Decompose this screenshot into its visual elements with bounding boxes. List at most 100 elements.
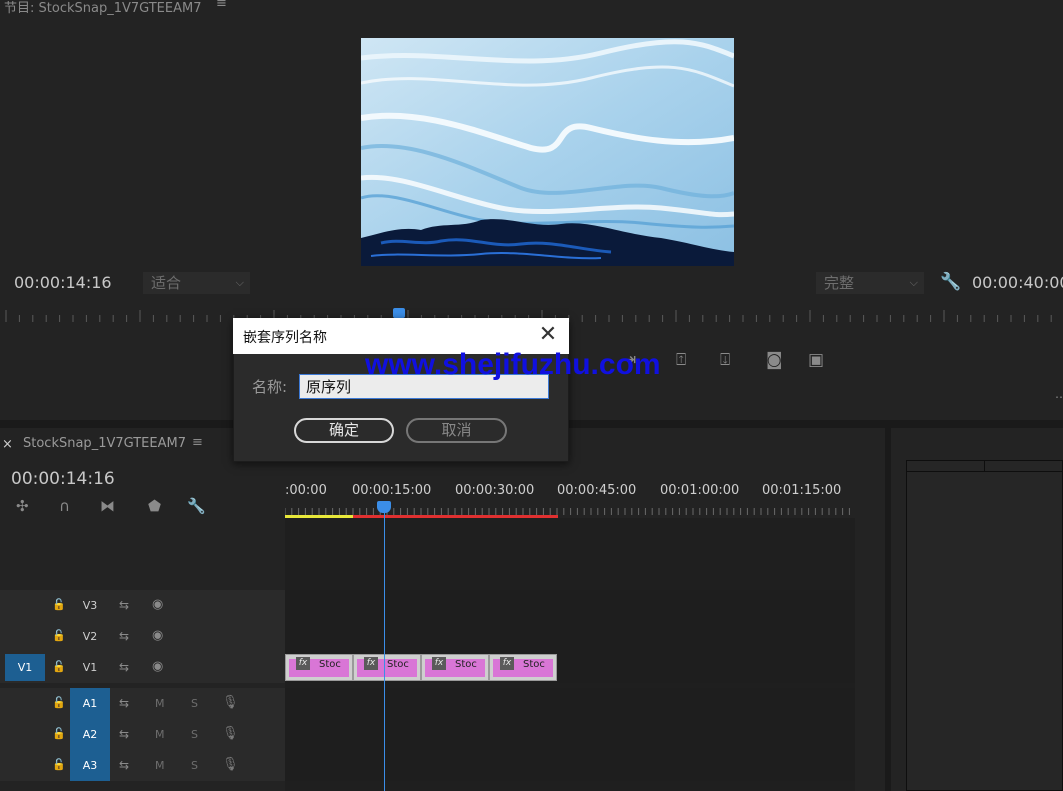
track-target[interactable]: A2 xyxy=(70,719,110,750)
linked-selection-icon[interactable]: ⧓ xyxy=(100,497,115,515)
lock-icon[interactable]: 🔓 xyxy=(52,629,66,642)
sync-lock-icon[interactable]: ⇆ xyxy=(119,660,129,674)
compare-icon[interactable]: ▣ xyxy=(808,350,832,374)
clip[interactable]: fx Stoc xyxy=(489,654,557,681)
close-tab-icon[interactable]: × xyxy=(2,437,13,452)
sync-lock-icon[interactable]: ⇆ xyxy=(119,727,129,741)
extract-icon[interactable]: ⍗ xyxy=(720,350,744,374)
sync-lock-icon[interactable]: ⇆ xyxy=(119,598,129,612)
eye-icon[interactable]: ◉ xyxy=(152,628,163,643)
add-marker-icon[interactable]: ⬟ xyxy=(148,497,161,515)
wrench-icon[interactable]: 🔧 xyxy=(187,497,206,515)
track-target[interactable]: V3 xyxy=(70,590,110,621)
nest-icon[interactable]: ✣ xyxy=(16,497,29,515)
source-patch-v1[interactable]: V1 xyxy=(5,654,45,681)
program-duration-timecode: 00:00:40:00 xyxy=(972,273,1063,292)
divider xyxy=(984,460,985,472)
timeline-ruler-labels[interactable]: :00:00 00:00:15:00 00:00:30:00 00:00:45:… xyxy=(285,483,855,499)
track-target[interactable]: V2 xyxy=(70,621,110,652)
microphone-icon[interactable]: 🎙 xyxy=(222,695,239,710)
mute-button[interactable]: M xyxy=(155,759,165,772)
program-panel-menu-icon[interactable]: ≡ xyxy=(216,0,227,11)
close-icon[interactable]: ✕ xyxy=(538,324,558,346)
sync-lock-icon[interactable]: ⇆ xyxy=(119,696,129,710)
clip-name: Stoc xyxy=(455,659,477,670)
track-lane[interactable] xyxy=(285,688,855,719)
clip[interactable]: fx Stoc xyxy=(285,654,353,681)
sync-lock-icon[interactable]: ⇆ xyxy=(119,758,129,772)
lock-icon[interactable]: 🔓 xyxy=(52,696,66,709)
track-v3[interactable]: 🔓 V3 ⇆ ◉ xyxy=(0,590,855,621)
lock-icon[interactable]: 🔓 xyxy=(52,598,66,611)
sync-lock-icon[interactable]: ⇆ xyxy=(119,629,129,643)
track-header: 🔓 V2 ⇆ ◉ xyxy=(0,621,285,652)
clip[interactable]: fx Stoc xyxy=(421,654,489,681)
wrench-icon[interactable]: 🔧 xyxy=(940,272,961,292)
name-label: 名称: xyxy=(252,378,288,396)
timeline-panel-menu-icon[interactable]: ≡ xyxy=(192,435,203,450)
lift-icon[interactable]: ⍐ xyxy=(676,350,700,374)
ruler-label: 00:00:30:00 xyxy=(455,483,535,498)
eye-icon[interactable]: ◉ xyxy=(152,659,163,674)
zoom-fit-dropdown[interactable]: 适合 ⌵ xyxy=(143,272,250,294)
work-area-rendered-bar xyxy=(285,515,353,518)
timeline-tools: ✣ ∩ ⧓ ⬟ 🔧 xyxy=(14,497,214,517)
microphone-icon[interactable]: 🎙 xyxy=(222,726,239,741)
timeline-playhead-line[interactable] xyxy=(384,513,385,791)
track-target[interactable]: V1 xyxy=(70,652,110,683)
track-a1[interactable]: 🔓 A1 ⇆ M S 🎙 xyxy=(0,688,855,719)
track-header: 🔓 A2 ⇆ M S 🎙 xyxy=(0,719,285,750)
track-target[interactable]: A1 xyxy=(70,688,110,719)
track-lane[interactable] xyxy=(285,590,855,621)
eye-icon[interactable]: ◉ xyxy=(152,597,163,612)
audio-meter-box xyxy=(906,460,1063,791)
timeline-ruler-ticks[interactable] xyxy=(285,505,855,515)
solo-button[interactable]: S xyxy=(191,759,198,772)
clip-name: Stoc xyxy=(387,659,409,670)
ok-button[interactable]: 确定 xyxy=(294,418,394,443)
lock-icon[interactable]: 🔓 xyxy=(52,727,66,740)
track-lane[interactable] xyxy=(285,719,855,750)
clip-name: Stoc xyxy=(523,659,545,670)
playback-resolution-dropdown[interactable]: 完整 ⌵ xyxy=(816,272,924,294)
program-timecode[interactable]: 00:00:14:16 xyxy=(14,273,112,292)
timeline-vertical-scroll[interactable] xyxy=(855,518,885,791)
track-lane[interactable] xyxy=(285,621,855,652)
program-playhead[interactable] xyxy=(393,308,405,318)
mute-button[interactable]: M xyxy=(155,697,165,710)
track-v1[interactable]: V1 🔓 V1 ⇆ ◉ fx Stoc fx Stoc fx Stoc fx S… xyxy=(0,652,855,683)
sequence-tab-title[interactable]: StockSnap_1V7GTEEAM7 xyxy=(23,436,186,451)
track-a3[interactable]: 🔓 A3 ⇆ M S 🎙 xyxy=(0,750,855,781)
timeline-playhead[interactable] xyxy=(377,501,391,513)
lock-icon[interactable]: 🔓 xyxy=(52,758,66,771)
track-header: 🔓 A3 ⇆ M S 🎙 xyxy=(0,750,285,781)
camera-icon[interactable]: ◙ xyxy=(766,350,790,374)
track-lane[interactable]: fx Stoc fx Stoc fx Stoc fx Stoc xyxy=(285,652,855,683)
timeline-timecode[interactable]: 00:00:14:16 xyxy=(11,469,115,489)
track-header: 🔓 A1 ⇆ M S 🎙 xyxy=(0,688,285,719)
ruler-label: 00:00:45:00 xyxy=(557,483,637,498)
mute-button[interactable]: M xyxy=(155,728,165,741)
track-lane[interactable] xyxy=(285,750,855,781)
cancel-button[interactable]: 取消 xyxy=(406,418,507,443)
microphone-icon[interactable]: 🎙 xyxy=(222,757,239,772)
program-monitor-title[interactable]: 节目: StockSnap_1V7GTEEAM7 xyxy=(4,0,202,16)
lock-icon[interactable]: 🔓 xyxy=(52,660,66,673)
solo-button[interactable]: S xyxy=(191,728,198,741)
ruler-label: 00:01:00:00 xyxy=(660,483,740,498)
track-target[interactable]: A3 xyxy=(70,750,110,781)
solo-button[interactable]: S xyxy=(191,697,198,710)
video-preview-frame xyxy=(361,38,734,266)
ruler-label: 00:01:15:00 xyxy=(762,483,842,498)
dialog-title: 嵌套序列名称 xyxy=(243,330,327,346)
chevron-down-icon: ⌵ xyxy=(235,276,244,289)
ice-texture-image xyxy=(361,38,734,266)
zoom-fit-value: 适合 xyxy=(151,274,182,292)
snap-magnet-icon[interactable]: ∩ xyxy=(59,497,70,515)
more-icon[interactable]: ⋯ xyxy=(1055,390,1063,404)
chevron-down-icon: ⌵ xyxy=(909,276,918,289)
fx-badge-icon: fx xyxy=(500,657,514,670)
track-a2[interactable]: 🔓 A2 ⇆ M S 🎙 xyxy=(0,719,855,750)
track-v2[interactable]: 🔓 V2 ⇆ ◉ xyxy=(0,621,855,652)
clip[interactable]: fx Stoc xyxy=(353,654,421,681)
